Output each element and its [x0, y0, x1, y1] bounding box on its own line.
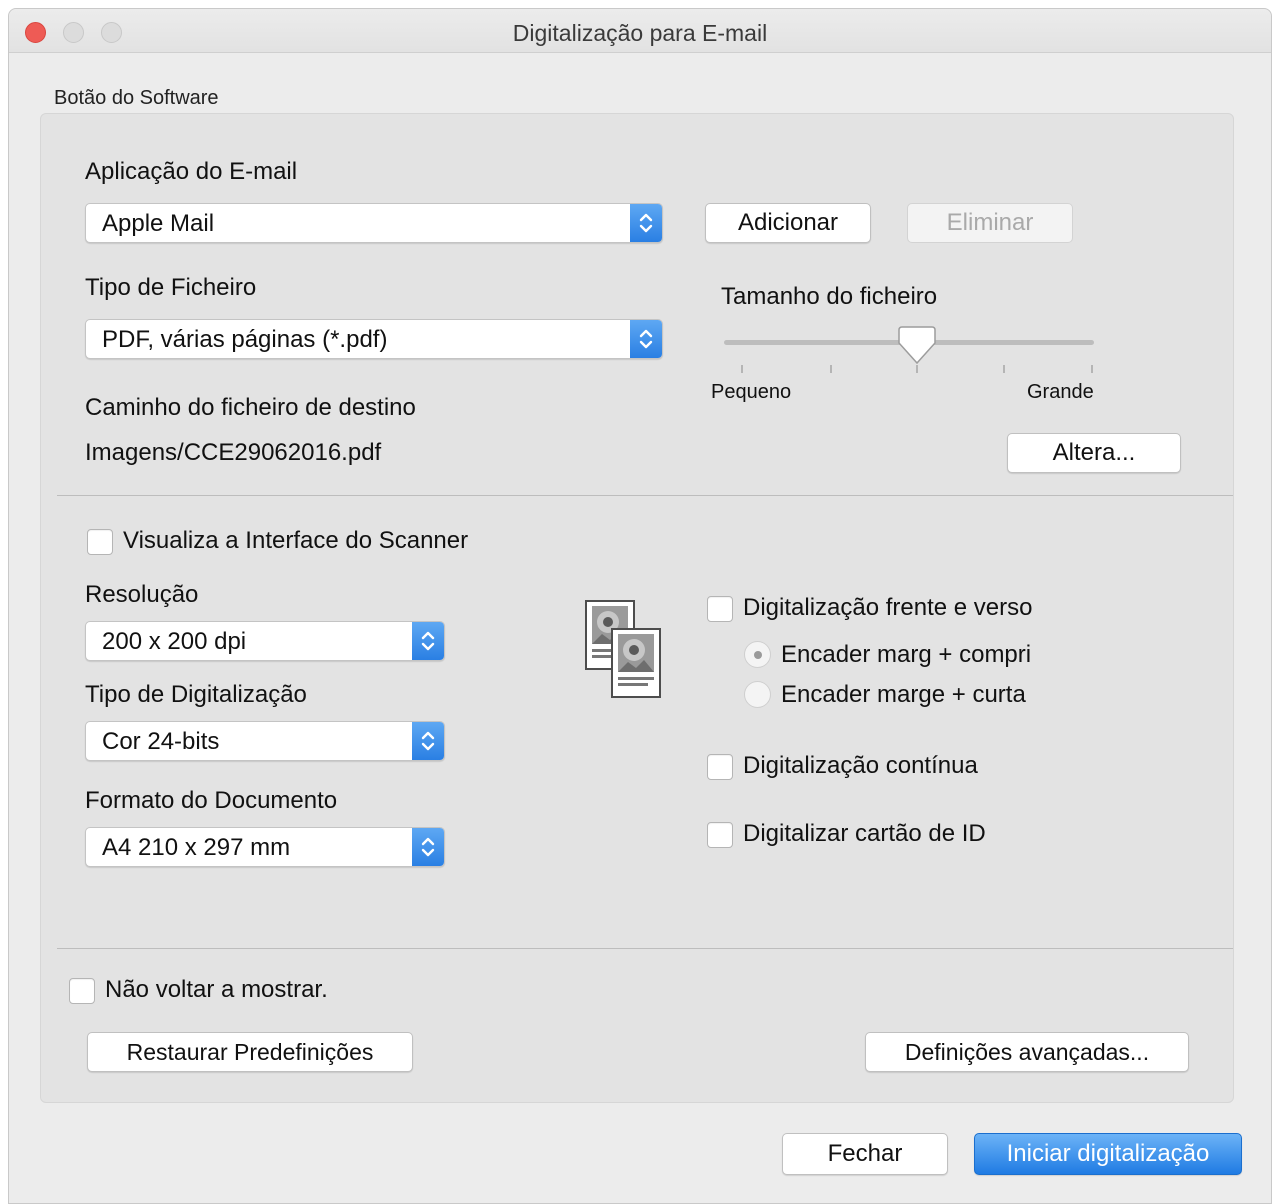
duplex-label: Digitalização frente e verso [743, 594, 1033, 621]
change-path-button[interactable]: Altera... [1007, 433, 1181, 473]
scan-type-label: Tipo de Digitalização [85, 681, 307, 708]
scanner-interface-label: Visualiza a Interface do Scanner [123, 527, 469, 554]
file-type-value: PDF, várias páginas (*.pdf) [102, 326, 388, 353]
duplex-long-edge-radio[interactable] [744, 641, 771, 668]
duplex-short-edge-label: Encader marge + curta [781, 681, 1026, 708]
add-button[interactable]: Adicionar [705, 203, 871, 243]
scan-type-value: Cor 24-bits [102, 728, 220, 755]
scanner-interface-checkbox[interactable] [87, 529, 113, 555]
up-down-chevron-icon [412, 828, 444, 866]
duplex-checkbox[interactable] [707, 596, 733, 622]
window-title: Digitalização para E-mail [512, 20, 768, 46]
separator [57, 948, 1233, 949]
destination-label: Caminho do ficheiro de destino [85, 394, 416, 421]
slider-tick [1091, 365, 1093, 373]
up-down-chevron-icon [630, 204, 662, 242]
restore-defaults-button[interactable]: Restaurar Predefinições [87, 1032, 413, 1072]
slider-tick [1003, 365, 1005, 373]
duplex-document-icon [585, 600, 661, 698]
dont-show-again-checkbox[interactable] [69, 978, 95, 1004]
up-down-chevron-icon [412, 622, 444, 660]
file-type-label: Tipo de Ficheiro [85, 274, 257, 301]
email-app-value: Apple Mail [102, 210, 215, 237]
duplex-short-edge-radio[interactable] [744, 681, 771, 708]
continuous-scan-checkbox[interactable] [707, 754, 733, 780]
group-label: Botão do Software [54, 87, 219, 109]
scan-type-select[interactable]: Cor 24-bits [85, 721, 445, 761]
slider-max-label: Grande [1027, 381, 1094, 403]
title-bar: Digitalização para E-mail [9, 9, 1271, 53]
duplex-long-edge-label: Encader marg + compri [781, 641, 1032, 668]
advanced-settings-button[interactable]: Definições avançadas... [865, 1032, 1189, 1072]
slider-thumb[interactable] [890, 323, 944, 369]
document-size-value: A4 210 x 297 mm [102, 834, 291, 861]
close-button[interactable]: Fechar [782, 1133, 948, 1175]
resolution-select[interactable]: 200 x 200 dpi [85, 621, 445, 661]
resolution-label: Resolução [85, 581, 199, 608]
email-app-label: Aplicação do E-mail [85, 158, 298, 185]
resolution-value: 200 x 200 dpi [102, 628, 247, 655]
radio-dot [754, 651, 762, 659]
id-card-checkbox[interactable] [707, 822, 733, 848]
dont-show-again-label: Não voltar a mostrar. [105, 976, 328, 1003]
slider-tick [830, 365, 832, 373]
up-down-chevron-icon [412, 722, 444, 760]
document-size-select[interactable]: A4 210 x 297 mm [85, 827, 445, 867]
file-type-select[interactable]: PDF, várias páginas (*.pdf) [85, 319, 663, 359]
up-down-chevron-icon [630, 320, 662, 358]
slider-min-label: Pequeno [711, 381, 792, 403]
document-size-label: Formato do Documento [85, 787, 338, 814]
continuous-scan-label: Digitalização contínua [743, 752, 978, 779]
id-card-label: Digitalizar cartão de ID [743, 820, 986, 847]
slider-tick [741, 365, 743, 373]
file-size-label: Tamanho do ficheiro [721, 283, 938, 310]
separator [57, 495, 1233, 496]
delete-button[interactable]: Eliminar [907, 203, 1073, 243]
email-app-select[interactable]: Apple Mail [85, 203, 663, 243]
destination-path: Imagens/CCE29062016.pdf [85, 439, 382, 466]
start-scan-button[interactable]: Iniciar digitalização [974, 1133, 1242, 1175]
